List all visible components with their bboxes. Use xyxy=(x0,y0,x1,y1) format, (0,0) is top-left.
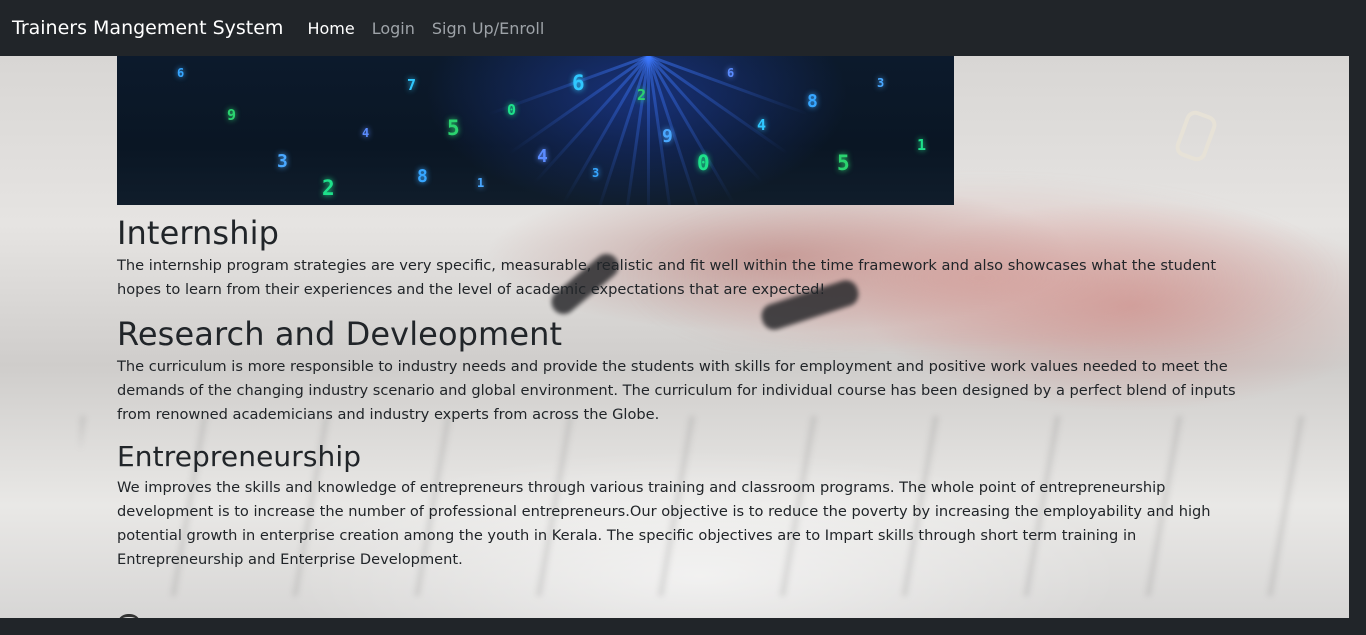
brand-title[interactable]: Trainers Mangement System xyxy=(12,17,283,39)
section-title-internship: Internship xyxy=(117,214,279,252)
section-title-research: Research and Devleopment xyxy=(117,315,563,353)
scrollbar-gutter[interactable] xyxy=(1349,56,1366,635)
section-text-internship: The internship program strategies are ve… xyxy=(117,257,1217,298)
top-navbar: Trainers Mangement System Home Login Sig… xyxy=(0,0,1366,56)
section-text-research: The curriculum is more responsible to in… xyxy=(117,358,1236,423)
nav-link-home[interactable]: Home xyxy=(307,19,354,38)
main-content: Internship The internship program strate… xyxy=(117,56,1237,572)
nav-link-login[interactable]: Login xyxy=(372,19,415,38)
window-bottom-edge xyxy=(0,618,1366,635)
section-text-entrepreneurship: We improves the skills and knowledge of … xyxy=(117,479,1211,568)
nav-link-signup[interactable]: Sign Up/Enroll xyxy=(432,19,544,38)
section-title-entrepreneurship: Entrepreneurship xyxy=(117,440,362,473)
